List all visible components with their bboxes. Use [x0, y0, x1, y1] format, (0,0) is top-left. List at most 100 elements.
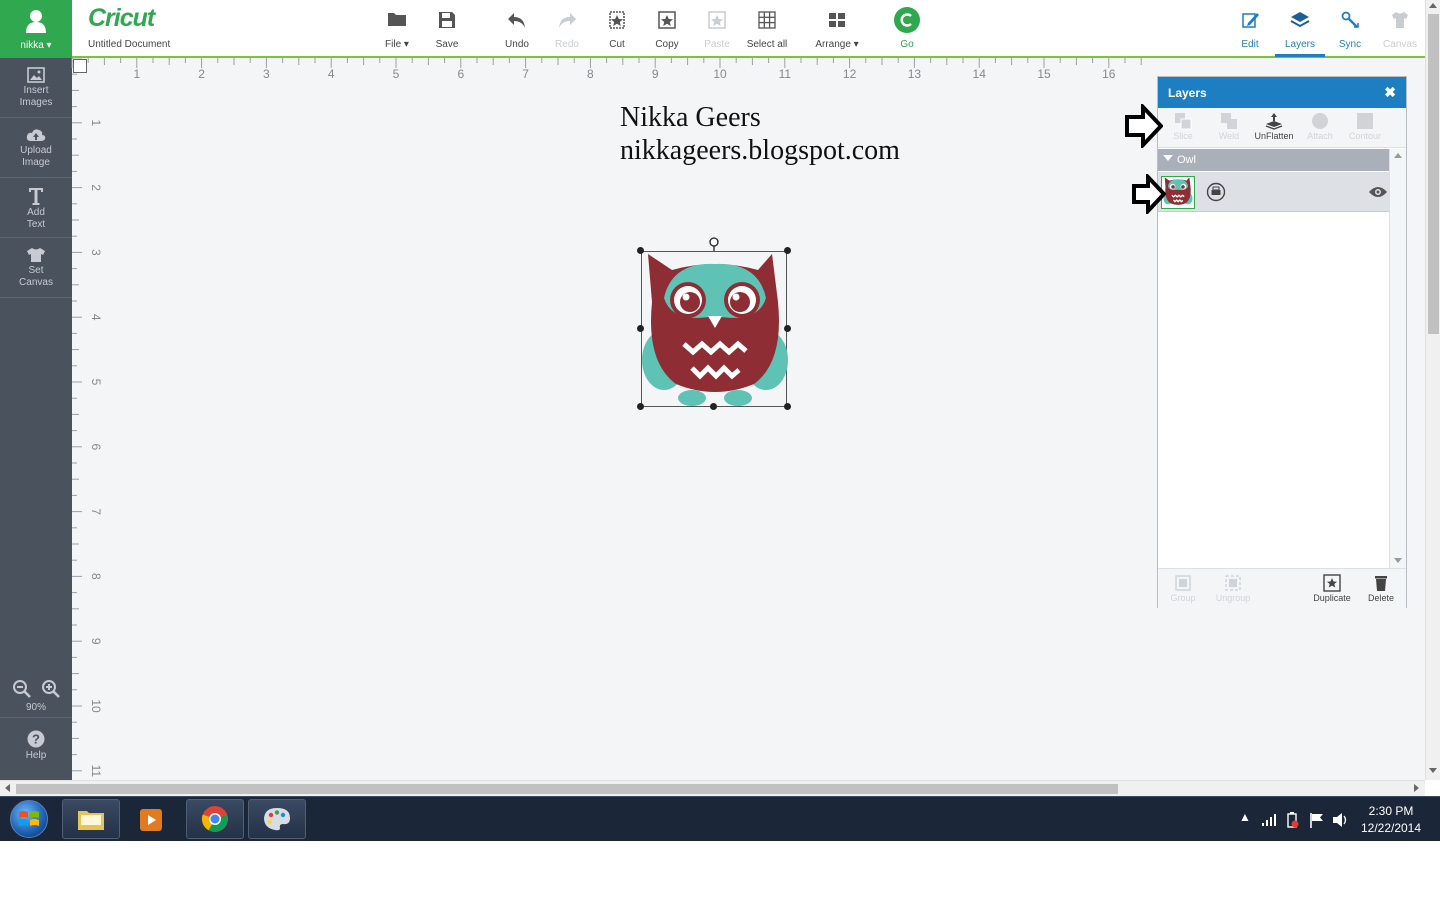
canvas-button[interactable]: Canvas — [1370, 8, 1430, 52]
vertical-scroll-thumb[interactable] — [1428, 14, 1439, 334]
layer-thumbnail — [1161, 176, 1195, 209]
layers-panel-title: Layers — [1168, 86, 1207, 100]
upload-image-button[interactable]: Upload Image — [0, 118, 72, 178]
layers-scrollbar[interactable] — [1389, 149, 1406, 568]
select-all-button[interactable]: Select all — [737, 8, 797, 52]
edit-button[interactable]: Edit — [1220, 8, 1280, 52]
layers-close-button[interactable]: ✖ — [1384, 84, 1396, 101]
zoom-level: 90% — [25, 702, 46, 713]
battery-alert-icon[interactable] — [1285, 812, 1299, 828]
zoom-out-icon[interactable] — [12, 679, 32, 699]
image-icon — [27, 67, 45, 83]
copy-icon — [658, 11, 676, 29]
user-menu[interactable]: nikka ▾ — [0, 0, 72, 58]
arrow-right-icon — [1125, 104, 1163, 148]
left-sidebar: Insert Images Upload Image Add Text Set … — [0, 58, 72, 780]
tray-expand-icon[interactable]: ▲ — [1239, 810, 1251, 824]
tray-clock[interactable]: 2:30 PM 12/22/2014 — [1356, 803, 1426, 837]
media-player-icon — [140, 809, 162, 831]
go-button[interactable]: Go — [877, 7, 937, 52]
layer-group-owl[interactable]: Owl — [1158, 149, 1389, 171]
arrow-right-icon — [1132, 174, 1166, 214]
insert-images-button[interactable]: Insert Images — [0, 58, 72, 118]
edit-icon — [1242, 13, 1259, 28]
add-text-button[interactable]: Add Text — [0, 178, 72, 238]
help-button[interactable]: ? Help — [0, 720, 72, 780]
chevron-down-icon[interactable] — [1163, 155, 1173, 161]
undo-icon — [508, 13, 525, 28]
scroll-down-arrow[interactable] — [1394, 558, 1402, 563]
weld-button[interactable]: Weld — [1206, 112, 1252, 141]
user-name: nikka ▾ — [20, 40, 52, 51]
zoom-in-icon[interactable] — [41, 679, 61, 699]
taskbar-chrome[interactable] — [186, 799, 244, 839]
action-center-flag-icon[interactable] — [1309, 812, 1325, 828]
scroll-down-arrow[interactable] — [1429, 768, 1437, 773]
resize-handle-top-right[interactable] — [784, 247, 791, 254]
layers-panel-header: Layers ✖ — [1158, 77, 1406, 108]
left-ruler — [72, 58, 94, 780]
layers-button[interactable]: Layers — [1275, 8, 1325, 57]
save-button[interactable]: Save — [417, 8, 477, 52]
rotate-handle[interactable] — [708, 237, 720, 251]
attach-button[interactable]: Attach — [1297, 112, 1343, 141]
shirt-icon — [27, 248, 45, 262]
start-button[interactable] — [10, 800, 48, 838]
scroll-up-arrow[interactable] — [1429, 3, 1437, 8]
arrange-button[interactable]: Arrange ▾ — [807, 8, 867, 52]
text-icon — [29, 188, 43, 205]
set-canvas-button[interactable]: Set Canvas — [0, 238, 72, 298]
unflatten-icon — [1265, 113, 1283, 130]
layer-group-name: Owl — [1177, 154, 1196, 166]
watermark-text: Nikka Geers nikkageers.blogspot.com — [620, 101, 900, 167]
windows-taskbar: ▲ 2:30 PM 12/22/2014 — [0, 796, 1440, 841]
resize-handle-left[interactable] — [637, 325, 644, 332]
ungroup-button[interactable]: Ungroup — [1208, 574, 1258, 603]
slice-button[interactable]: Slice — [1160, 112, 1206, 141]
group-button[interactable]: Group — [1158, 574, 1208, 603]
delete-button[interactable]: Delete — [1356, 574, 1406, 603]
resize-handle-bottom-left[interactable] — [637, 403, 644, 410]
trash-icon — [1375, 576, 1387, 591]
tray-date: 12/22/2014 — [1360, 821, 1422, 835]
user-icon — [26, 10, 46, 33]
layers-icon — [1290, 12, 1310, 28]
contour-button[interactable]: Contour — [1342, 112, 1388, 141]
ruler-corner[interactable] — [73, 59, 87, 73]
vertical-scrollbar[interactable] — [1425, 0, 1440, 780]
save-icon — [439, 12, 455, 28]
scroll-up-arrow[interactable] — [1394, 153, 1402, 158]
taskbar-paint[interactable] — [248, 799, 306, 839]
horizontal-scrollbar[interactable] — [0, 780, 1425, 796]
scroll-left-arrow[interactable] — [5, 784, 10, 792]
zoom-controls: 90% — [0, 666, 72, 718]
resize-handle-bottom[interactable] — [710, 403, 717, 410]
cut-icon — [609, 11, 625, 29]
layers-footer: Group Ungroup Duplicate Delete — [1158, 568, 1406, 608]
contour-icon — [1357, 113, 1373, 129]
owl-image-selection[interactable] — [641, 251, 788, 408]
unflatten-button[interactable]: UnFlatten — [1251, 112, 1297, 141]
ungroup-icon — [1225, 575, 1241, 591]
horizontal-scroll-thumb[interactable] — [16, 784, 1118, 794]
print-icon[interactable] — [1206, 182, 1226, 202]
volume-icon[interactable] — [1332, 812, 1350, 828]
watermark-url: nikkageers.blogspot.com — [620, 135, 900, 166]
network-signal-icon[interactable] — [1261, 814, 1277, 826]
owl-image[interactable] — [642, 252, 788, 408]
scroll-right-arrow[interactable] — [1414, 784, 1419, 792]
resize-handle-right[interactable] — [784, 325, 791, 332]
watermark-name: Nikka Geers — [620, 102, 761, 133]
duplicate-icon — [1323, 574, 1341, 592]
duplicate-button[interactable]: Duplicate — [1307, 574, 1357, 603]
taskbar-explorer[interactable] — [62, 799, 120, 839]
taskbar-media-player[interactable] — [122, 799, 180, 839]
layer-row[interactable] — [1158, 172, 1389, 212]
resize-handle-top-left[interactable] — [637, 247, 644, 254]
svg-text:?: ? — [32, 732, 40, 747]
paint-palette-icon — [264, 808, 290, 831]
eye-icon[interactable] — [1368, 185, 1388, 199]
cricut-logo: Cricut — [88, 4, 155, 32]
resize-handle-bottom-right[interactable] — [784, 403, 791, 410]
help-icon: ? — [27, 730, 45, 748]
